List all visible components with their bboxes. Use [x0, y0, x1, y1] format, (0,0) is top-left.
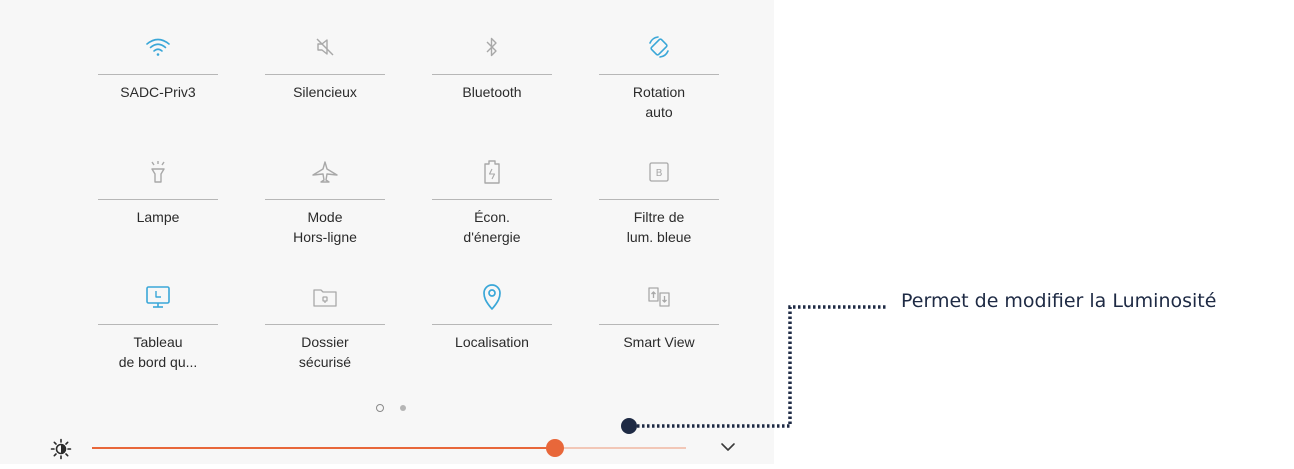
tile-separator: [265, 199, 385, 200]
tile-label: Smart View: [623, 334, 695, 350]
auto-rotate-icon: [643, 31, 675, 63]
location-icon: [476, 281, 508, 313]
smart-view-icon: [643, 281, 675, 313]
page-dot-current[interactable]: [376, 404, 384, 412]
page-indicator: [373, 404, 413, 414]
brightness-slider-thumb[interactable]: [546, 439, 564, 457]
tile-label: Silencieux: [293, 84, 357, 100]
tile-label: Bluetooth: [462, 84, 522, 100]
tile-separator: [265, 324, 385, 325]
flashlight-icon: [142, 156, 174, 188]
tile-label: SADC-Priv3: [120, 84, 196, 100]
page-dot[interactable]: [400, 405, 406, 411]
dashboard-icon: [142, 281, 174, 313]
tile-separator: [432, 74, 552, 75]
tile-separator: [599, 324, 719, 325]
blue-light-filter-icon: B: [643, 156, 675, 188]
tile-separator: [432, 324, 552, 325]
tile-separator: [98, 199, 218, 200]
tile-label: Lampe: [136, 209, 180, 225]
brightness-slider-fill: [92, 447, 555, 449]
tile-label: Écon. d'énergie: [463, 209, 521, 245]
annotation-text: Permet de modifier la Luminosité: [901, 290, 1217, 312]
brightness-icon: [50, 438, 72, 460]
chevron-down-icon[interactable]: [719, 440, 737, 454]
tile-label: Tableau de bord qu...: [118, 334, 198, 370]
tile-separator: [599, 199, 719, 200]
mute-icon: [309, 31, 341, 63]
tile-label: Dossier sécurisé: [298, 334, 352, 370]
tile-label: Filtre de lum. bleue: [626, 209, 692, 245]
secure-folder-icon: [309, 281, 341, 313]
tile-separator: [432, 199, 552, 200]
bluetooth-icon: [476, 31, 508, 63]
tile-separator: [98, 324, 218, 325]
tile-separator: [98, 74, 218, 75]
battery-saver-icon: [476, 156, 508, 188]
brightness-slider-track[interactable]: [555, 447, 686, 449]
wifi-icon: [142, 31, 174, 63]
airplane-icon: [309, 156, 341, 188]
tile-label: Localisation: [455, 334, 529, 350]
tile-separator: [599, 74, 719, 75]
quick-settings-panel: SADC-Priv3 Silencieux Bluetooth Rotation…: [0, 0, 774, 464]
svg-text:B: B: [656, 168, 663, 179]
tile-label: Mode Hors-ligne: [293, 209, 357, 245]
tile-label: Rotation auto: [632, 84, 686, 120]
tile-separator: [265, 74, 385, 75]
